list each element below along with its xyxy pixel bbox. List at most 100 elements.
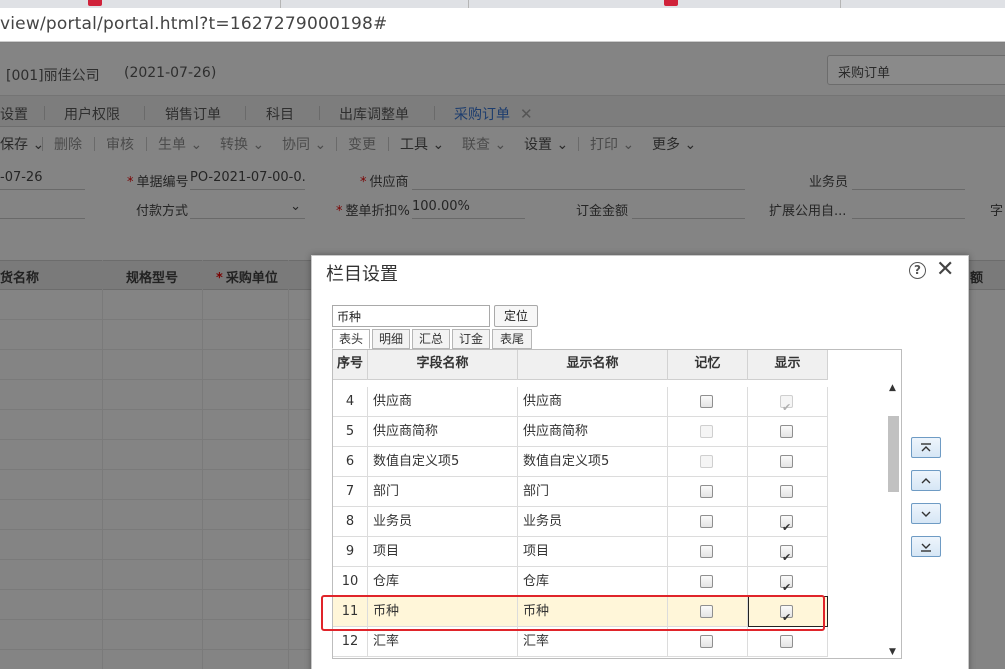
remember-checkbox[interactable] — [700, 515, 713, 528]
delete-button[interactable]: 删除 — [54, 134, 82, 154]
browser-tab[interactable] — [280, 0, 440, 8]
remember-checkbox[interactable] — [700, 635, 713, 648]
show-checkbox[interactable]: ✔ — [780, 545, 793, 564]
print-dropdown-button[interactable]: 打印 ⌄ — [590, 134, 634, 154]
show-checkbox[interactable]: ✔ — [780, 575, 793, 594]
tab-outbound-adjust[interactable]: 出库调整单 — [339, 104, 409, 124]
scroll-thumb[interactable] — [888, 416, 899, 492]
show-checkbox[interactable] — [780, 425, 793, 438]
table-row[interactable]: 7 部门 部门 — [333, 477, 828, 507]
supplier-field[interactable] — [412, 170, 745, 190]
row-display-name[interactable]: 汇率 — [518, 627, 668, 657]
close-icon[interactable]: ✕ — [936, 257, 954, 282]
show-checkbox[interactable] — [780, 485, 793, 498]
nav-divider — [434, 106, 435, 120]
module-select[interactable]: 采购订单 — [827, 55, 1005, 85]
query-label: 联查 — [462, 137, 490, 153]
convert-dropdown-button[interactable]: 转换 ⌄ — [220, 134, 264, 154]
tab-detail-fields[interactable]: 明细 — [372, 329, 410, 349]
tab-header-fields[interactable]: 表头 — [332, 329, 370, 349]
discount-label: * 整单折扣% — [336, 204, 410, 219]
tab-footer-fields[interactable]: 表尾 — [492, 329, 532, 349]
tab-settings[interactable]: 设置 — [0, 104, 28, 124]
discount-field[interactable]: 100.00% — [412, 199, 525, 219]
address-bar[interactable]: view/portal/portal.html?t=1627279000198# — [0, 8, 1005, 42]
scroll-up-icon[interactable]: ▲ — [889, 383, 896, 393]
header-field-name: 字段名称 — [368, 350, 518, 380]
row-field-name: 数值自定义项5 — [368, 447, 518, 477]
remember-checkbox[interactable] — [700, 395, 713, 408]
table-row[interactable]: 10 仓库 仓库 ✔ — [333, 567, 828, 597]
row-display-name[interactable]: 部门 — [518, 477, 668, 507]
grid-line — [0, 349, 310, 350]
tab-sales-order[interactable]: 销售订单 — [165, 104, 221, 124]
show-checkbox[interactable] — [780, 455, 793, 468]
locate-button[interactable]: 定位 — [494, 305, 538, 327]
table-row[interactable]: 6 数值自定义项5 数值自定义项5 — [333, 447, 828, 477]
audit-button[interactable]: 审核 — [106, 134, 134, 154]
tab-summary-fields[interactable]: 汇总 — [412, 329, 450, 349]
scroll-down-icon[interactable]: ▼ — [889, 647, 896, 657]
row-display-name[interactable]: 业务员 — [518, 507, 668, 537]
collab-dropdown-button[interactable]: 协同 ⌄ — [282, 134, 326, 154]
table-scrollbar[interactable]: ▲ ▼ — [886, 380, 901, 658]
blank-field[interactable] — [0, 199, 85, 219]
close-tab-icon[interactable]: ✕ — [520, 105, 533, 123]
query-dropdown-button[interactable]: 联查 ⌄ — [462, 134, 506, 154]
settings-dropdown-button[interactable]: 设置 ⌄ — [524, 134, 568, 154]
browser-tab[interactable] — [840, 0, 1000, 8]
row-display-name[interactable]: 供应商 — [518, 387, 668, 417]
show-checkbox[interactable] — [780, 635, 793, 648]
grid-line — [0, 619, 310, 620]
save-dropdown-button[interactable]: 保存 ⌄ — [0, 134, 44, 154]
help-icon[interactable]: ? — [909, 262, 926, 279]
row-display-name[interactable]: 数值自定义项5 — [518, 447, 668, 477]
move-down-button[interactable] — [911, 503, 941, 524]
row-seq: 10 — [333, 567, 368, 597]
table-row[interactable]: 5 供应商简称 供应商简称 — [333, 417, 828, 447]
toolbar: 保存 ⌄ 删除 审核 生单 ⌄ 转换 ⌄ 协同 ⌄ 变更 工具 ⌄ 联查 ⌄ 设… — [0, 128, 1005, 158]
generate-dropdown-button[interactable]: 生单 ⌄ — [158, 134, 202, 154]
remember-checkbox[interactable] — [700, 485, 713, 498]
change-button[interactable]: 变更 — [348, 134, 376, 154]
chevron-down-icon: ⌄ — [432, 137, 445, 153]
row-seq: 8 — [333, 507, 368, 537]
tab-accounts[interactable]: 科目 — [266, 104, 294, 124]
salesman-field[interactable] — [852, 170, 965, 190]
remember-checkbox[interactable] — [700, 545, 713, 558]
table-row[interactable]: 8 业务员 业务员 ✔ — [333, 507, 828, 537]
header-show: 显示 — [748, 350, 828, 380]
show-cell — [748, 627, 828, 657]
tab-deposit-fields[interactable]: 订金 — [452, 329, 490, 349]
toolbar-divider — [94, 137, 95, 151]
move-to-top-button[interactable] — [911, 437, 941, 458]
grid-line — [202, 260, 203, 669]
payment-select[interactable]: ⌄ — [190, 199, 305, 219]
row-seq: 5 — [333, 417, 368, 447]
remember-cell — [668, 507, 748, 537]
tab-purchase-order[interactable]: 采购订单 ✕ — [454, 104, 533, 130]
table-row[interactable]: 12 汇率 汇率 — [333, 627, 828, 657]
tab-user-permissions[interactable]: 用户权限 — [64, 104, 120, 124]
table-row[interactable]: 9 项目 项目 ✔ — [333, 537, 828, 567]
row-display-name[interactable]: 仓库 — [518, 567, 668, 597]
move-to-bottom-button[interactable] — [911, 536, 941, 557]
tools-dropdown-button[interactable]: 工具 ⌄ — [400, 134, 444, 154]
show-checkbox[interactable]: ✔ — [780, 515, 793, 534]
grid-line — [0, 319, 310, 320]
browser-tab[interactable] — [468, 0, 628, 8]
field-search-input[interactable] — [332, 305, 490, 327]
ext-field[interactable] — [852, 199, 965, 219]
remember-checkbox[interactable] — [700, 575, 713, 588]
move-up-button[interactable] — [911, 470, 941, 491]
bill-no-field[interactable]: PO-2021-07-00-0... — [190, 170, 305, 190]
tab-favicon-icon — [664, 0, 678, 6]
show-cell — [748, 447, 828, 477]
more-dropdown-button[interactable]: 更多 ⌄ — [652, 134, 696, 154]
row-display-name[interactable]: 供应商简称 — [518, 417, 668, 447]
deposit-field[interactable] — [632, 199, 745, 219]
date-field[interactable]: -07-26 — [0, 170, 85, 190]
table-row[interactable]: 4 供应商 供应商 ✔ — [333, 387, 828, 417]
row-display-name[interactable]: 项目 — [518, 537, 668, 567]
show-cell — [748, 477, 828, 507]
